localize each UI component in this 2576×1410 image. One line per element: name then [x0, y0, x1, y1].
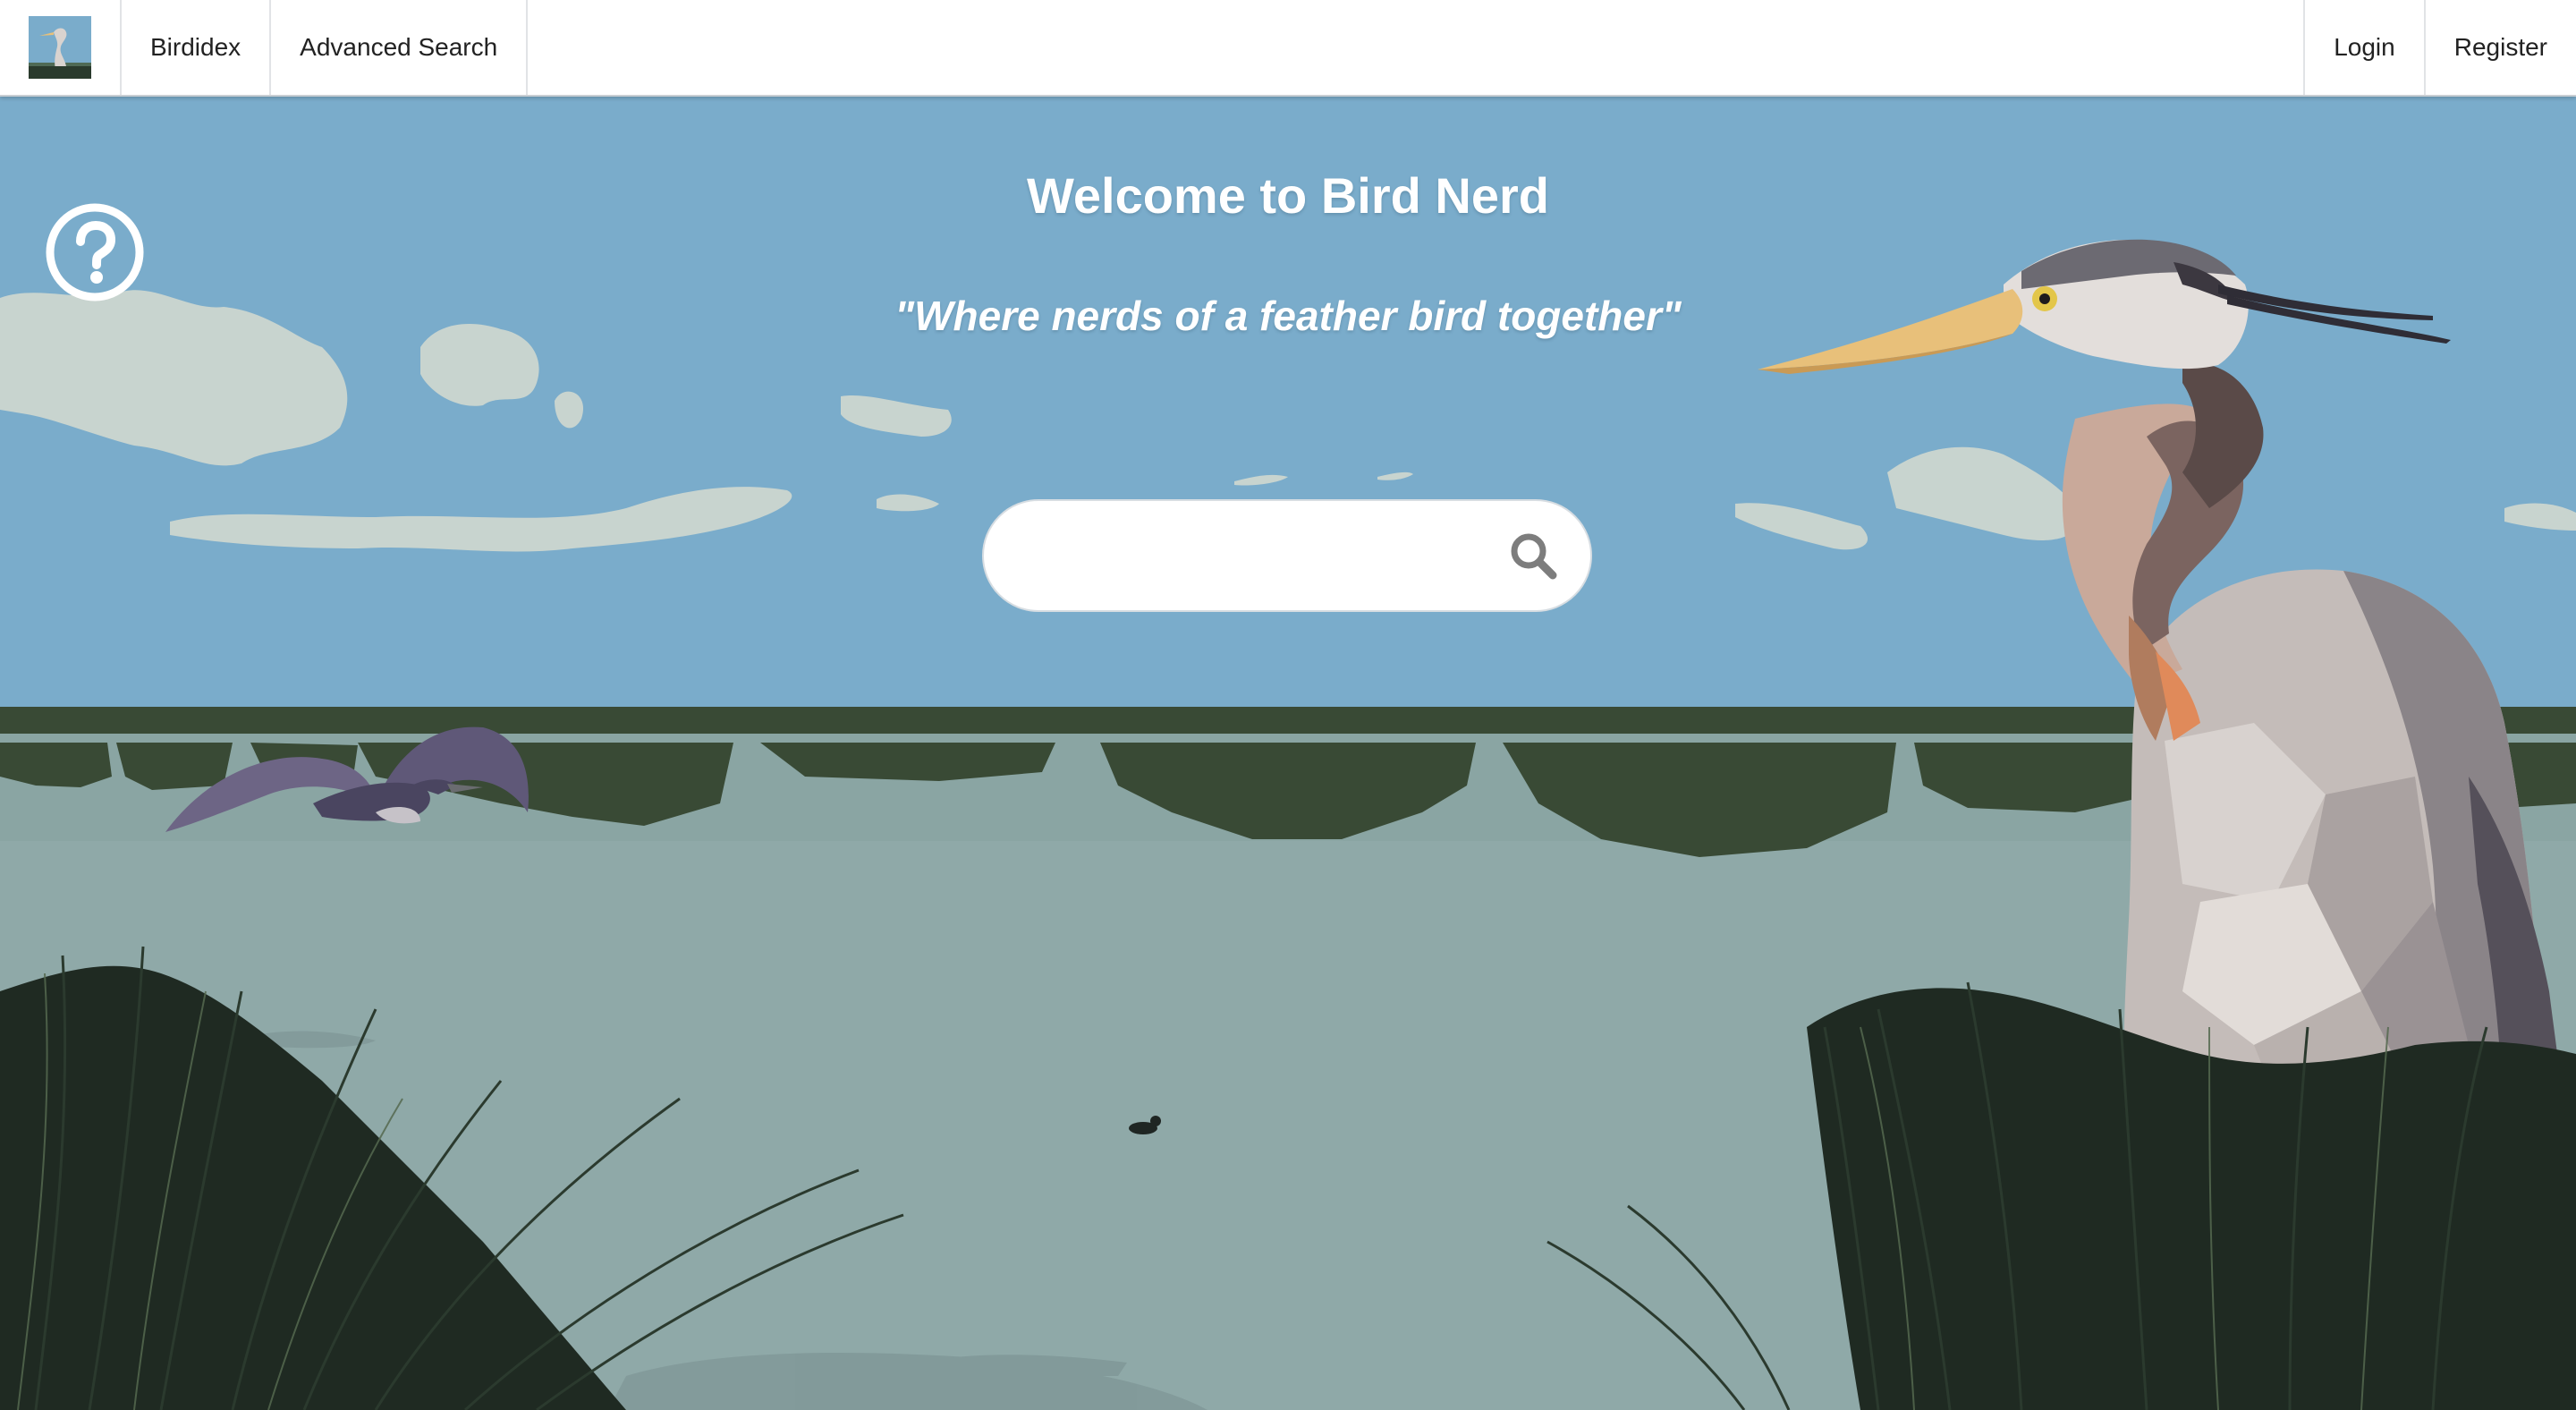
nav-link-login[interactable]: Login — [2303, 0, 2424, 95]
search-bar — [982, 499, 1592, 612]
nav-link-register[interactable]: Register — [2423, 0, 2576, 95]
home-logo-link[interactable] — [0, 0, 122, 95]
nav-link-advanced-search[interactable]: Advanced Search — [271, 0, 529, 95]
search-icon — [1511, 533, 1557, 580]
heron-logo-icon — [29, 16, 91, 79]
search-button[interactable] — [1508, 531, 1558, 581]
nav-link-birdidex[interactable]: Birdidex — [122, 0, 272, 95]
search-input[interactable] — [1025, 519, 1508, 592]
nav-auth-links: Login Register — [2303, 0, 2576, 95]
page-title: Welcome to Bird Nerd — [1027, 167, 1549, 224]
tagline: "Where nerds of a feather bird together" — [894, 293, 1682, 339]
top-navbar: Birdidex Advanced Search Login Register — [0, 0, 2576, 97]
